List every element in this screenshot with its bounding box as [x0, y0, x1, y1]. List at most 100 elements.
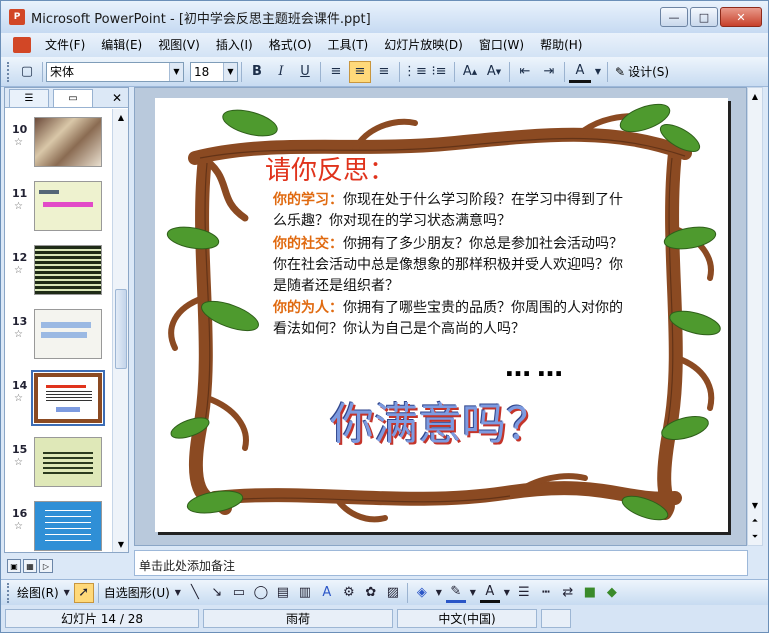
minimize-button[interactable]: —: [660, 7, 688, 27]
paragraph-study[interactable]: 你的学习：你现在处于什么学习阶段？在学习中得到了什么乐趣？你对现在的学习状态满意…: [273, 190, 633, 232]
scroll-thumb[interactable]: [115, 289, 127, 369]
wordart-icon[interactable]: A: [317, 583, 337, 603]
slide-thumbnail[interactable]: [34, 245, 102, 295]
slide-number: 10: [12, 123, 28, 136]
chevron-down-icon[interactable]: ▼: [223, 62, 237, 81]
line-style-icon[interactable]: ☰: [514, 583, 534, 603]
notes-field[interactable]: 单击此处添加备注: [134, 550, 748, 576]
increase-indent-icon[interactable]: ⇥: [538, 61, 560, 83]
ellipsis-text[interactable]: ……: [505, 353, 569, 383]
thumbnail-slide-10[interactable]: 10 ☆: [5, 117, 113, 177]
slide-thumbnail[interactable]: [34, 437, 102, 487]
line-icon[interactable]: ╲: [185, 583, 205, 603]
arrow-style-icon[interactable]: ⇄: [558, 583, 578, 603]
menu-edit[interactable]: 编辑(E): [93, 35, 150, 55]
menu-format[interactable]: 格式(O): [261, 35, 320, 55]
italic-button[interactable]: I: [270, 61, 292, 83]
menu-help[interactable]: 帮助(H): [532, 35, 590, 55]
slide-sorter-icon[interactable]: ▦: [23, 559, 37, 573]
thumbnail-slide-12[interactable]: 12 ☆: [5, 245, 113, 305]
slide-title[interactable]: 请你反思：: [265, 150, 395, 187]
new-slide-icon[interactable]: ▢: [16, 61, 38, 83]
bold-button[interactable]: B: [246, 61, 268, 83]
menu-insert[interactable]: 插入(I): [208, 35, 261, 55]
slide-number: 11: [12, 187, 28, 200]
increase-font-icon[interactable]: A ▲: [459, 61, 481, 83]
autoshapes-button[interactable]: 自选图形(U): [104, 584, 170, 601]
slide-thumbnail[interactable]: [34, 501, 102, 551]
close-icon[interactable]: ✕: [112, 91, 122, 105]
numbered-list-icon[interactable]: ⋮≡: [403, 61, 427, 83]
slide-thumbnail[interactable]: [31, 370, 105, 426]
oval-icon[interactable]: ◯: [251, 583, 271, 603]
chevron-down-icon[interactable]: ▼: [468, 583, 478, 603]
scroll-down-icon[interactable]: ▼: [748, 497, 762, 513]
menu-view[interactable]: 视图(V): [150, 35, 208, 55]
scroll-down-icon[interactable]: ▼: [113, 536, 129, 552]
font-size-select[interactable]: 18 ▼: [190, 61, 238, 82]
slideshow-icon[interactable]: ▷: [39, 559, 53, 573]
thumbnail-slide-16[interactable]: 16 ☆: [5, 501, 113, 552]
3d-style-icon[interactable]: ◆: [602, 583, 622, 603]
picture-icon[interactable]: ▨: [383, 583, 403, 603]
close-button[interactable]: ✕: [720, 7, 762, 27]
rectangle-icon[interactable]: ▭: [229, 583, 249, 603]
dash-style-icon[interactable]: ┅: [536, 583, 556, 603]
fill-color-icon[interactable]: ◈: [412, 583, 432, 603]
tab-slides[interactable]: ▭: [53, 88, 93, 107]
scroll-up-icon[interactable]: ▲: [113, 109, 129, 125]
underline-button[interactable]: U: [294, 61, 316, 83]
slide-scrollbar[interactable]: ▲ ▼ ⏶ ⏷: [747, 87, 763, 546]
thumbnail-slide-11[interactable]: 11 ☆: [5, 181, 113, 241]
draw-menu-button[interactable]: 绘图(R): [17, 584, 59, 601]
slide-thumbnail[interactable]: [34, 181, 102, 231]
arrow-icon[interactable]: ↘: [207, 583, 227, 603]
slide-thumbnail[interactable]: [34, 117, 102, 167]
align-right-icon[interactable]: ≡: [373, 61, 395, 83]
paragraph-character[interactable]: 你的为人：你拥有了哪些宝贵的品质？你周围的人对你的看法如何？你认为自己是个高尚的…: [273, 298, 633, 340]
next-slide-icon[interactable]: ⏷: [748, 529, 762, 545]
line-color-icon[interactable]: ✎: [445, 583, 466, 603]
font-color-icon[interactable]: A: [569, 61, 591, 83]
toolbar-grip[interactable]: [7, 582, 11, 603]
menu-slideshow[interactable]: 幻灯片放映(D): [376, 35, 471, 55]
align-center-icon[interactable]: ≡: [349, 60, 371, 83]
vertical-textbox-icon[interactable]: ▥: [295, 583, 315, 603]
select-pointer-icon[interactable]: ➚: [73, 582, 94, 603]
previous-slide-icon[interactable]: ⏶: [748, 513, 762, 529]
chevron-down-icon[interactable]: ▼: [593, 61, 603, 83]
menu-window[interactable]: 窗口(W): [471, 35, 532, 55]
pane-scrollbar[interactable]: ▲ ▼: [112, 109, 128, 552]
menu-file[interactable]: 文件(F): [37, 35, 93, 55]
align-left-icon[interactable]: ≡: [325, 61, 347, 83]
slide-thumbnail[interactable]: [34, 309, 102, 359]
maximize-button[interactable]: □: [690, 7, 718, 27]
textbox-icon[interactable]: ▤: [273, 583, 293, 603]
font-color-icon[interactable]: A: [479, 583, 500, 603]
menu-tools[interactable]: 工具(T): [320, 35, 377, 55]
current-slide[interactable]: 请你反思： 你的学习：你现在处于什么学习阶段？在学习中得到了什么乐趣？你对现在的…: [155, 98, 728, 532]
toolbar-grip[interactable]: [7, 61, 11, 82]
chevron-down-icon[interactable]: ▼: [434, 583, 444, 603]
thumbnail-slide-14[interactable]: 14 ☆: [5, 370, 113, 433]
bullet-list-icon[interactable]: ⁝≡: [428, 61, 450, 83]
thumbnail-slide-15[interactable]: 15 ☆: [5, 437, 113, 497]
chevron-down-icon[interactable]: ▼: [62, 583, 72, 603]
chevron-down-icon[interactable]: ▼: [173, 583, 183, 603]
clipart-icon[interactable]: ✿: [361, 583, 381, 603]
normal-view-icon[interactable]: ▣: [7, 559, 21, 573]
decrease-font-icon[interactable]: A ▼: [483, 61, 505, 83]
shadow-icon[interactable]: ■: [580, 583, 600, 603]
decrease-indent-icon[interactable]: ⇤: [514, 61, 536, 83]
thumbnail-slide-13[interactable]: 13 ☆: [5, 309, 113, 369]
paragraph-social[interactable]: 你的社交：你拥有了多少朋友？你总是参加社会活动吗？你在社会活动中总是像想象的那样…: [273, 234, 633, 297]
diagram-icon[interactable]: ⚙: [339, 583, 359, 603]
satisfied-question[interactable]: 你满意吗？: [330, 388, 550, 452]
font-name-select[interactable]: 宋体 ▼: [46, 61, 184, 82]
document-icon[interactable]: [13, 37, 31, 53]
chevron-down-icon[interactable]: ▼: [502, 583, 512, 603]
scroll-up-icon[interactable]: ▲: [748, 88, 762, 104]
design-button[interactable]: ✎ 设计(S): [611, 63, 673, 80]
chevron-down-icon[interactable]: ▼: [169, 62, 183, 81]
tab-outline[interactable]: ☰: [9, 88, 49, 107]
